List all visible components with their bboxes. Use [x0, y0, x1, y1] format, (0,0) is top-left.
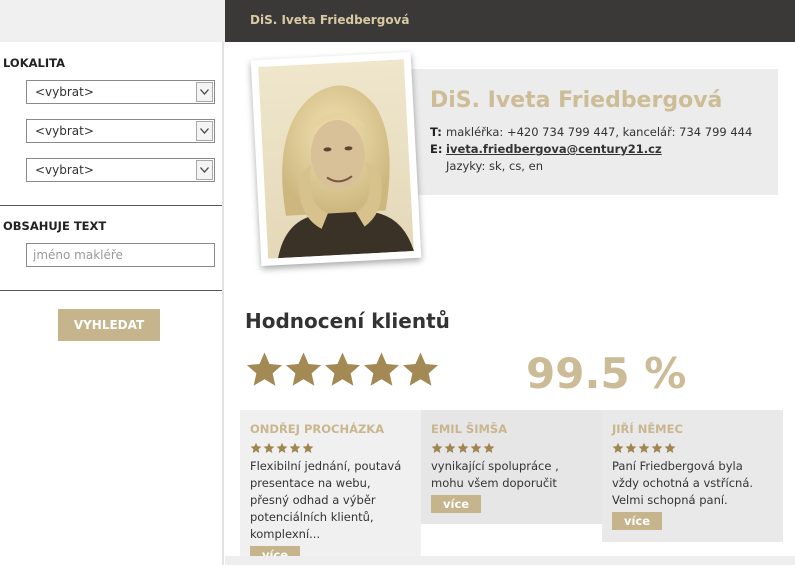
search-button[interactable]: VYHLEDAT	[58, 309, 160, 341]
star-icon	[302, 442, 314, 453]
review-card: EMIL ŠIMŠA vynikající spolupráce , mohu …	[421, 410, 602, 524]
location-select-3[interactable]: <vybrat>	[26, 158, 215, 182]
location-title: LOKALITA	[3, 56, 65, 70]
overall-rating-stars	[245, 350, 440, 389]
agent-photo	[250, 51, 422, 267]
star-icon	[289, 442, 301, 453]
ratings-heading: Hodnocení klientů	[245, 309, 450, 333]
search-sidebar: LOKALITA <vybrat> <vybrat> <vybrat> OBSA…	[0, 42, 224, 565]
top-left-strip	[0, 0, 225, 42]
bottom-strip	[225, 556, 795, 565]
star-icon	[285, 352, 322, 386]
star-icon	[470, 442, 482, 453]
top-bar-title: DiS. Iveta Friedbergová	[250, 13, 410, 27]
divider	[0, 290, 222, 291]
star-icon	[612, 442, 624, 453]
review-text: Paní Friedbergová byla vždy ochotná a vs…	[612, 459, 754, 507]
review-card: JIŘÍ NĚMEC Paní Friedbergová byla vždy o…	[602, 410, 783, 542]
email-line: E: iveta.friedbergova@century21.cz	[430, 142, 662, 156]
page: DiS. Iveta Friedbergová LOKALITA <vybrat…	[0, 0, 795, 565]
star-icon	[625, 442, 637, 453]
star-icon	[444, 442, 456, 453]
star-icon	[276, 442, 288, 453]
phone-line: T: makléřka: +420 734 799 447, kancelář: …	[430, 125, 752, 139]
review-card: ONDŘEJ PROCHÁZKA Flexibilní jednání, pou…	[240, 410, 421, 564]
review-stars	[612, 442, 773, 454]
star-icon	[483, 442, 495, 453]
more-button[interactable]: více	[431, 495, 482, 513]
agent-name: DiS. Iveta Friedbergová	[430, 88, 723, 113]
select-value: <vybrat>	[35, 85, 94, 99]
chevron-down-icon[interactable]	[196, 160, 213, 180]
star-icon	[263, 442, 275, 453]
star-icon	[363, 352, 400, 386]
select-value: <vybrat>	[35, 124, 94, 138]
review-text: vynikající spolupráce , mohu všem doporu…	[431, 459, 559, 490]
agent-name-input[interactable]	[26, 243, 215, 267]
star-icon	[246, 352, 283, 386]
review-stars	[250, 442, 411, 454]
chevron-down-icon[interactable]	[196, 82, 213, 102]
rating-percent: 99.5 %	[526, 349, 687, 398]
reviewer-name: ONDŘEJ PROCHÁZKA	[250, 422, 385, 436]
email-link[interactable]: iveta.friedbergova@century21.cz	[446, 142, 662, 156]
location-select-2[interactable]: <vybrat>	[26, 119, 215, 143]
phone-text: makléřka: +420 734 799 447, kancelář: 73…	[446, 125, 753, 139]
star-icon	[250, 442, 262, 453]
more-button[interactable]: více	[612, 512, 663, 530]
review-stars	[431, 442, 592, 454]
phone-label: T:	[430, 125, 442, 139]
star-icon	[664, 442, 676, 453]
reviewer-name: EMIL ŠIMŠA	[431, 422, 508, 436]
chevron-down-icon[interactable]	[196, 121, 213, 141]
review-text: Flexibilní jednání, poutavá presentace n…	[250, 459, 402, 541]
top-bar: DiS. Iveta Friedbergová	[225, 0, 795, 42]
star-icon	[651, 442, 663, 453]
star-icon	[457, 442, 469, 453]
reviewer-name: JIŘÍ NĚMEC	[612, 422, 683, 436]
text-filter-title: OBSAHUJE TEXT	[3, 219, 107, 233]
divider	[0, 205, 222, 206]
agent-photo-image	[258, 59, 414, 259]
star-icon	[324, 352, 361, 386]
languages: Jazyky: sk, cs, en	[446, 159, 543, 173]
star-icon	[638, 442, 650, 453]
star-icon	[402, 352, 439, 386]
email-label: E:	[430, 142, 443, 156]
select-value: <vybrat>	[35, 163, 94, 177]
location-select-1[interactable]: <vybrat>	[26, 80, 215, 104]
star-icon	[431, 442, 443, 453]
